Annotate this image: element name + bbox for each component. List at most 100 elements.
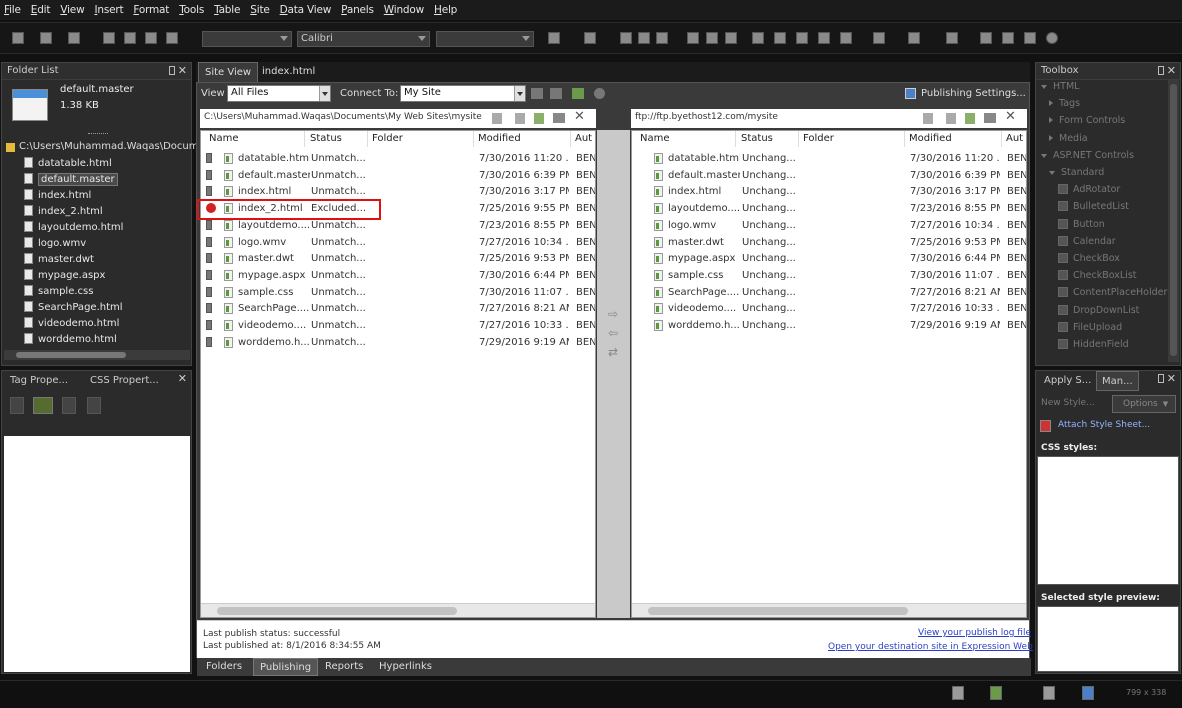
new-style-button[interactable]: New Style... <box>1041 398 1095 408</box>
options-dropdown[interactable]: Options ▼ <box>1112 395 1176 413</box>
view-dropdown[interactable]: All Files <box>227 85 331 102</box>
toolbox-item[interactable]: ContentPlaceHolder <box>1058 287 1167 298</box>
tab-publishing[interactable]: Publishing <box>253 658 319 676</box>
column-header-folder[interactable]: Folder <box>368 131 474 147</box>
align-right-icon[interactable] <box>725 32 737 44</box>
indent-icon[interactable] <box>818 32 830 44</box>
toolbox-item[interactable]: Form Controls <box>1049 115 1125 126</box>
table-row[interactable]: sample.css Unchang... 7/30/2016 11:07 ... B… <box>632 268 1026 285</box>
preview-icon[interactable] <box>166 32 178 44</box>
menu-item-window[interactable]: Window <box>380 4 430 16</box>
numbered-list-icon[interactable] <box>752 32 764 44</box>
new-page-icon[interactable] <box>12 32 24 44</box>
remote-new-folder-icon[interactable] <box>965 113 975 124</box>
menu-item-edit[interactable]: Edit <box>27 4 57 16</box>
italic-icon[interactable] <box>638 32 650 44</box>
folder-up-icon[interactable] <box>553 113 565 123</box>
new-file-icon[interactable] <box>492 113 502 124</box>
table-row[interactable]: worddemo.h... Unmatch... 7/29/2016 9:19 AM… <box>201 335 595 352</box>
tab-hyperlinks[interactable]: Hyperlinks <box>373 658 438 676</box>
close-icon[interactable]: ✕ <box>1167 64 1176 77</box>
table-row[interactable]: logo.wmv Unmatch... 7/27/2016 10:34 ... BEN <box>201 235 595 252</box>
table-row[interactable]: sample.css Unmatch... 7/30/2016 11:07 ... B… <box>201 285 595 302</box>
table-row[interactable]: datatable.html Unmatch... 7/30/2016 11:20 … <box>201 151 595 168</box>
table-row[interactable]: mypage.aspx Unchang... 7/30/2016 6:44 PM BE… <box>632 251 1026 268</box>
font-color-icon[interactable] <box>908 32 920 44</box>
align-left-icon[interactable] <box>687 32 699 44</box>
folder-scrollbar[interactable] <box>4 350 190 360</box>
doc-size-icon[interactable] <box>1043 686 1055 700</box>
align-center-icon[interactable] <box>706 32 718 44</box>
table-row[interactable]: default.master Unchang... 7/30/2016 6:39 P… <box>632 168 1026 185</box>
column-header-folder[interactable]: Folder <box>799 131 905 147</box>
column-header-name[interactable]: Name <box>636 131 736 147</box>
outdent-icon[interactable] <box>796 32 808 44</box>
toolbox-item[interactable]: CheckBoxList <box>1058 270 1137 281</box>
undo-icon[interactable] <box>548 32 560 44</box>
table-row[interactable]: default.master Unmatch... 7/30/2016 6:39 P… <box>201 168 595 185</box>
close-icon[interactable]: ✕ <box>178 64 187 77</box>
bookmark-icon[interactable] <box>1024 32 1036 44</box>
menu-item-site[interactable]: Site <box>246 4 275 16</box>
menu-item-insert[interactable]: Insert <box>90 4 129 16</box>
copy-icon[interactable] <box>103 32 115 44</box>
remote-new-file-icon[interactable] <box>923 113 933 124</box>
menu-item-view[interactable]: View <box>56 4 90 16</box>
menu-item-help[interactable]: Help <box>430 4 463 16</box>
tab-folders[interactable]: Folders <box>200 658 248 676</box>
column-header-aut[interactable]: Aut <box>571 131 595 147</box>
disconnect-icon[interactable] <box>550 88 562 99</box>
menu-item-data-view[interactable]: Data View <box>276 4 338 16</box>
style-dropdown[interactable] <box>202 31 292 47</box>
properties-icon[interactable] <box>62 397 76 414</box>
bulleted-list-icon[interactable] <box>774 32 786 44</box>
tab-site-view[interactable]: Site View <box>198 62 259 82</box>
toolbox-scrollbar[interactable] <box>1168 80 1179 362</box>
stop-icon[interactable] <box>594 88 605 99</box>
publishing-settings-link[interactable]: Publishing Settings... <box>921 88 1026 99</box>
folder-item[interactable]: logo.wmv <box>24 237 86 252</box>
table-row[interactable]: videodemo.... Unchang... 7/27/2016 10:33 .… <box>632 301 1026 318</box>
redo-icon[interactable] <box>584 32 596 44</box>
menu-item-panels[interactable]: Panels <box>337 4 380 16</box>
folder-root-path[interactable]: C:\Users\Muhammad.Waqas\Documents <box>19 141 205 152</box>
tab-index-html[interactable]: index.html <box>256 62 321 82</box>
upload-arrow-icon[interactable]: ⇨ <box>608 307 618 321</box>
folder-item[interactable]: videodemo.html <box>24 317 119 332</box>
folder-item[interactable]: datatable.html <box>24 157 112 172</box>
close-icon[interactable]: ✕ <box>178 372 187 385</box>
font-dropdown[interactable]: Calibri <box>297 31 430 47</box>
sync-arrow-icon[interactable]: ⇄ <box>608 345 618 359</box>
table-row[interactable]: SearchPage.... Unmatch... 7/27/2016 8:21 A… <box>201 301 595 318</box>
hyperlink-icon[interactable] <box>1002 32 1014 44</box>
compatibility-icon[interactable] <box>952 686 964 700</box>
image-icon[interactable] <box>980 32 992 44</box>
view-log-link[interactable]: View your publish log file <box>918 628 1031 638</box>
table-row[interactable]: master.dwt Unmatch... 7/25/2016 9:53 PM BEN <box>201 251 595 268</box>
folder-item[interactable]: default.master <box>24 173 118 188</box>
toolbox-item[interactable]: ASP.NET Controls <box>1041 150 1134 161</box>
table-row[interactable]: index.html Unchang... 7/30/2016 3:17 PM BEN <box>632 184 1026 201</box>
column-header-aut[interactable]: Aut <box>1002 131 1026 147</box>
download-arrow-icon[interactable]: ⇦ <box>608 326 618 340</box>
attach-style-sheet-link[interactable]: Attach Style Sheet... <box>1058 420 1150 430</box>
mode-icon[interactable] <box>1082 686 1094 700</box>
open-destination-link[interactable]: Open your destination site in Expression… <box>828 642 1033 652</box>
table-row[interactable]: layoutdemo.... Unchang... 7/23/2016 8:55 P… <box>632 201 1026 218</box>
column-header-modified[interactable]: Modified <box>474 131 571 147</box>
categorize-icon[interactable] <box>33 397 53 414</box>
remote-hscrollbar[interactable] <box>632 603 1026 617</box>
new-folder-icon[interactable] <box>534 113 544 124</box>
table-row[interactable]: layoutdemo.... Unmatch... 7/23/2016 8:55 P… <box>201 218 595 235</box>
table-row[interactable]: videodemo.... Unmatch... 7/27/2016 10:33 .… <box>201 318 595 335</box>
toolbox-item[interactable]: FileUpload <box>1058 321 1122 333</box>
folder-scroll-thumb[interactable] <box>16 352 126 358</box>
layers-icon[interactable] <box>946 32 958 44</box>
toolbox-item[interactable]: DropDownList <box>1058 304 1139 316</box>
tab-css-properties[interactable]: CSS Propert... <box>85 371 164 391</box>
toolbox-item[interactable]: Tags <box>1049 98 1080 109</box>
paste-icon[interactable] <box>124 32 136 44</box>
toolbox-item[interactable]: Button <box>1058 218 1105 230</box>
pin-icon[interactable] <box>1158 374 1164 383</box>
menu-item-table[interactable]: Table <box>210 4 246 16</box>
